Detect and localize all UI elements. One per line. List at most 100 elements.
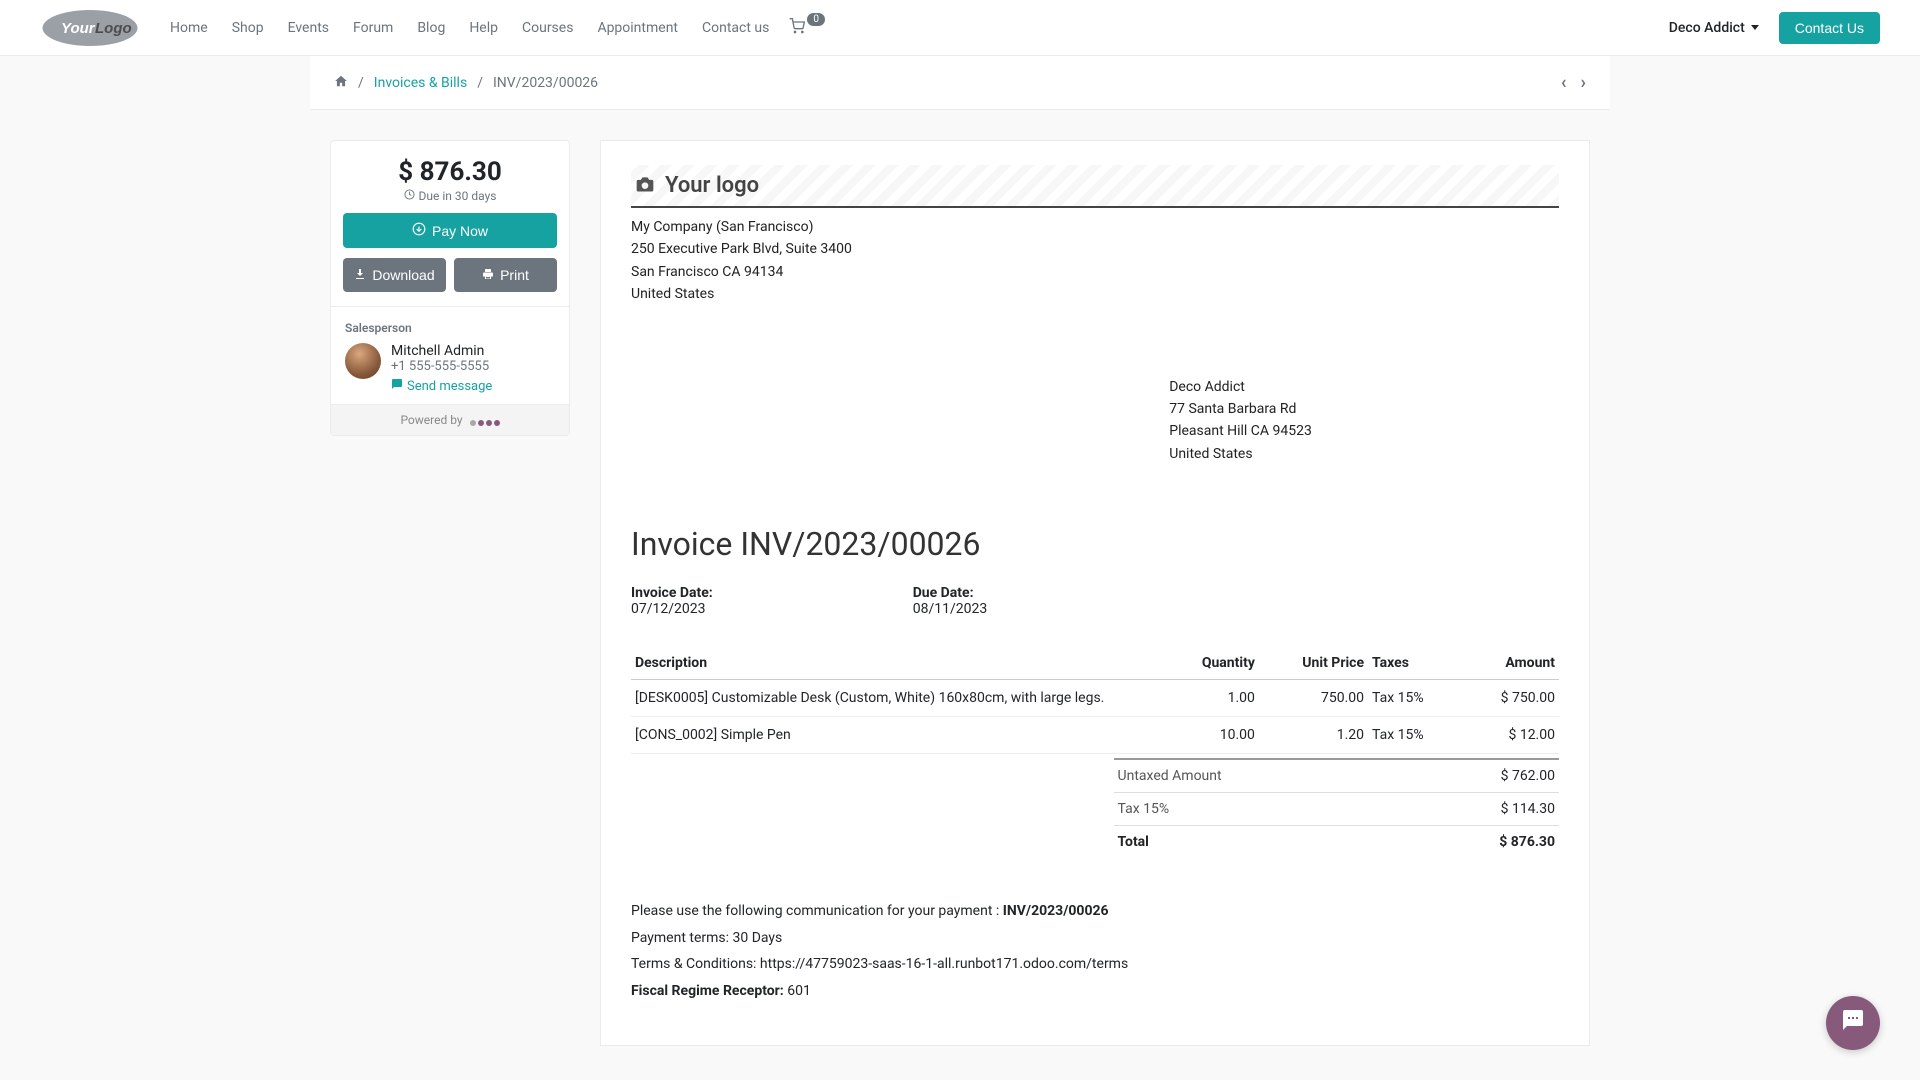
cart-icon: [789, 18, 805, 38]
print-label: Print: [500, 267, 529, 283]
circle-arrow-icon: [412, 222, 426, 239]
pay-now-label: Pay Now: [432, 223, 488, 239]
customer-city: Pleasant Hill CA 94523: [1169, 420, 1559, 442]
col-amount: Amount: [1461, 647, 1559, 680]
odoo-logo-icon: [470, 420, 500, 426]
breadcrumb: / Invoices & Bills / INV/2023/00026: [334, 74, 598, 92]
fiscal-value: 601: [787, 983, 811, 999]
tax-amount: $ 114.30: [1501, 801, 1555, 817]
due-date-label: Due Date:: [913, 585, 988, 601]
col-description: Description: [631, 647, 1163, 680]
invoice-notes: Please use the following communication f…: [631, 898, 1559, 1004]
nav-events[interactable]: Events: [278, 12, 339, 44]
contact-us-button[interactable]: Contact Us: [1779, 12, 1880, 44]
invoice-date-label: Invoice Date:: [631, 585, 713, 601]
line-amount: $ 750.00: [1461, 680, 1559, 717]
customer-name: Deco Addict: [1169, 376, 1559, 398]
line-tax: Tax 15%: [1368, 680, 1461, 717]
company-city: San Francisco CA 94134: [631, 261, 1559, 283]
nav-home[interactable]: Home: [160, 12, 218, 44]
summary-card: $ 876.30 Due in 30 days Pay Now: [330, 140, 570, 436]
table-row: [CONS_0002] Simple Pen 10.00 1.20 Tax 15…: [631, 717, 1559, 754]
nav-help[interactable]: Help: [459, 12, 508, 44]
nav-contactus[interactable]: Contact us: [692, 12, 779, 44]
prev-record-button[interactable]: ‹: [1561, 72, 1567, 93]
invoice-document: Your logo My Company (San Francisco) 250…: [600, 140, 1590, 1046]
total-amount: $ 876.30: [1499, 834, 1555, 850]
line-qty: 10.00: [1163, 717, 1259, 754]
cart-link[interactable]: 0: [789, 18, 825, 38]
line-tax: Tax 15%: [1368, 717, 1461, 754]
customer-country: United States: [1169, 443, 1559, 465]
home-icon[interactable]: [334, 74, 348, 92]
invoice-lines-table: Description Quantity Unit Price Taxes Am…: [631, 647, 1559, 754]
powered-by: Powered by: [331, 404, 569, 435]
tax-label: Tax 15%: [1118, 801, 1170, 817]
customer-address: Deco Addict 77 Santa Barbara Rd Pleasant…: [1169, 376, 1559, 466]
invoice-title: Invoice INV/2023/00026: [631, 525, 1559, 563]
nav-shop[interactable]: Shop: [222, 12, 274, 44]
download-label: Download: [372, 267, 434, 283]
due-text: Due in 30 days: [419, 189, 497, 203]
nav-forum[interactable]: Forum: [343, 12, 403, 44]
line-desc: [DESK0005] Customizable Desk (Custom, Wh…: [631, 680, 1163, 717]
nav-menu: Home Shop Events Forum Blog Help Courses…: [160, 12, 779, 44]
nav-appointment[interactable]: Appointment: [587, 12, 688, 44]
chat-fab-button[interactable]: [1826, 996, 1880, 1050]
company-name: My Company (San Francisco): [631, 216, 1559, 238]
line-desc: [CONS_0002] Simple Pen: [631, 717, 1163, 754]
avatar: [345, 343, 381, 379]
user-name: Deco Addict: [1669, 20, 1745, 36]
untaxed-label: Untaxed Amount: [1118, 768, 1222, 784]
print-button[interactable]: Print: [454, 258, 557, 292]
untaxed-amount: $ 762.00: [1501, 768, 1555, 784]
user-menu[interactable]: Deco Addict: [1669, 20, 1759, 36]
payment-terms-note: Payment terms: 30 Days: [631, 925, 1559, 952]
salesperson-heading: Salesperson: [345, 321, 555, 335]
line-price: 750.00: [1259, 680, 1368, 717]
line-price: 1.20: [1259, 717, 1368, 754]
send-message-link[interactable]: Send message: [391, 378, 492, 394]
chevron-down-icon: [1751, 25, 1759, 30]
pay-now-button[interactable]: Pay Now: [343, 213, 557, 248]
fiscal-label: Fiscal Regime Receptor:: [631, 983, 787, 999]
download-button[interactable]: Download: [343, 258, 446, 292]
company-street: 250 Executive Park Blvd, Suite 3400: [631, 238, 1559, 260]
breadcrumb-invoices-link[interactable]: Invoices & Bills: [374, 75, 467, 91]
company-country: United States: [631, 283, 1559, 305]
salesperson-phone: +1 555-555-5555: [391, 359, 492, 374]
due-date: 08/11/2023: [913, 601, 988, 617]
payment-note-ref: INV/2023/00026: [1003, 903, 1109, 919]
svg-text:Logo: Logo: [95, 20, 132, 37]
amount-due: $ 876.30: [341, 157, 559, 187]
download-icon: [354, 267, 366, 283]
cart-count-badge: 0: [807, 13, 825, 26]
line-amount: $ 12.00: [1461, 717, 1559, 754]
svg-text:Your: Your: [61, 20, 96, 37]
send-message-label: Send message: [407, 379, 492, 394]
table-row: [DESK0005] Customizable Desk (Custom, Wh…: [631, 680, 1559, 717]
doc-logo-text: Your logo: [665, 173, 759, 198]
breadcrumb-sep: /: [358, 75, 364, 91]
clock-icon: [404, 189, 415, 203]
payment-note-prefix: Please use the following communication f…: [631, 903, 1003, 919]
salesperson-name: Mitchell Admin: [391, 343, 492, 359]
nav-blog[interactable]: Blog: [407, 12, 455, 44]
customer-street: 77 Santa Barbara Rd: [1169, 398, 1559, 420]
print-icon: [482, 267, 494, 283]
total-label: Total: [1118, 834, 1149, 850]
invoice-date: 07/12/2023: [631, 601, 713, 617]
col-taxes: Taxes: [1368, 647, 1461, 680]
speech-bubble-icon: [1841, 1008, 1865, 1038]
breadcrumb-current: INV/2023/00026: [493, 75, 598, 91]
col-quantity: Quantity: [1163, 647, 1259, 680]
powered-by-text: Powered by: [400, 413, 462, 427]
next-record-button[interactable]: ›: [1581, 72, 1586, 93]
site-logo[interactable]: Your Logo: [40, 8, 140, 48]
totals-block: Untaxed Amount $ 762.00 Tax 15% $ 114.30…: [1114, 758, 1559, 858]
breadcrumb-bar: / Invoices & Bills / INV/2023/00026 ‹ ›: [310, 56, 1610, 110]
camera-icon: [635, 174, 655, 198]
nav-courses[interactable]: Courses: [512, 12, 583, 44]
terms-conditions-note: Terms & Conditions: https://47759023-saa…: [631, 951, 1559, 978]
navbar: Your Logo Home Shop Events Forum Blog He…: [0, 0, 1920, 56]
